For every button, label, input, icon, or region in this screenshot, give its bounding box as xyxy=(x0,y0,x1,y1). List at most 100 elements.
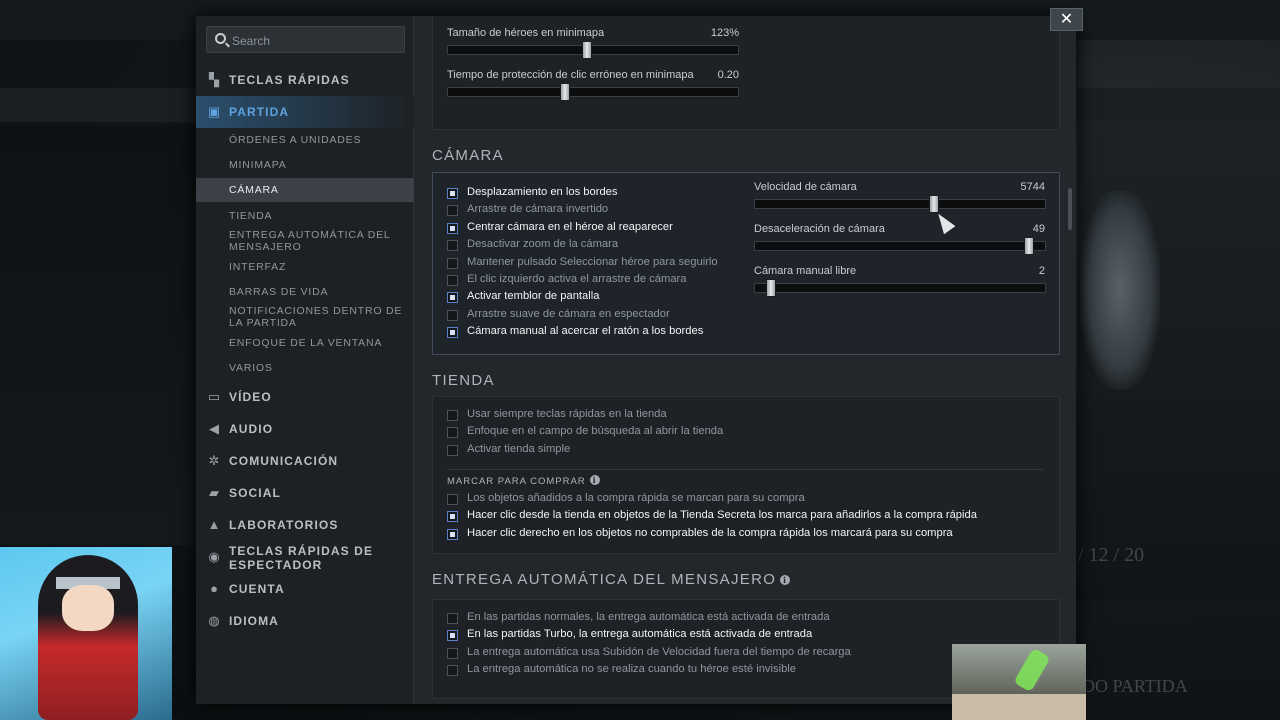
settings-sidebar: Search ▚ TECLAS RÁPIDAS ▣ PARTIDA ÓRDENE… xyxy=(196,16,414,704)
checkbox[interactable] xyxy=(447,222,458,234)
subnav-courier[interactable]: ENTREGA AUTOMÁTICA DEL MENSAJERO xyxy=(196,229,414,257)
slider-thumb[interactable] xyxy=(929,195,939,213)
nav-item-labs[interactable]: ▲ LABORATORIOS xyxy=(196,509,414,541)
checkbox[interactable] xyxy=(447,528,458,540)
search-input[interactable]: Search xyxy=(206,26,405,53)
mark-to-buy-title: MARCAR PARA COMPRAR i xyxy=(447,475,600,487)
checkbox[interactable] xyxy=(447,613,458,624)
checkbox[interactable] xyxy=(447,630,458,642)
nav-item-video[interactable]: ▭ VÍDEO xyxy=(196,381,414,413)
search-icon xyxy=(215,33,226,44)
subnav-shop[interactable]: TIENDA xyxy=(196,204,414,228)
nav-item-communication[interactable]: ✲ COMUNICACIÓN xyxy=(196,445,414,477)
checkbox-label: Enfoque en el campo de búsqueda al abrir… xyxy=(467,425,724,438)
misclick-slider[interactable] xyxy=(447,83,739,101)
info-icon[interactable]: i xyxy=(589,475,600,485)
checkbox-label: Los objetos añadidos a la compra rápida … xyxy=(467,492,805,504)
checkbox-item[interactable]: En las partidas normales, la entrega aut… xyxy=(447,611,1047,627)
slider-thumb[interactable] xyxy=(560,83,570,101)
checkbox-item[interactable]: En las partidas Turbo, la entrega automá… xyxy=(447,628,1047,644)
subnav-minimap[interactable]: MINIMAPA xyxy=(196,153,414,177)
nav-item-hotkeys[interactable]: ▚ TECLAS RÁPIDAS xyxy=(196,64,414,96)
camera-slider-label: Velocidad de cámara xyxy=(754,181,857,193)
subnav-window-focus[interactable]: ENFOQUE DE LA VENTANA xyxy=(196,331,414,355)
speaker-icon: ◀ xyxy=(209,421,219,436)
checkbox-item[interactable]: Usar siempre teclas rápidas en la tienda xyxy=(447,408,1047,424)
checkbox-item[interactable]: Mantener pulsado Seleccionar héroe para … xyxy=(447,256,1047,272)
hero-size-slider[interactable] xyxy=(447,41,739,59)
camera-settings-box: Desplazamiento en los bordes Arrastre de … xyxy=(432,172,1060,355)
checkbox-label: Activar tienda simple xyxy=(467,442,571,455)
checkbox[interactable] xyxy=(447,257,458,269)
checkbox[interactable] xyxy=(447,309,458,321)
checkbox-label: En las partidas normales, la entrega aut… xyxy=(467,611,830,623)
checkbox[interactable] xyxy=(447,205,458,217)
nav-item-game[interactable]: ▣ PARTIDA xyxy=(196,96,414,128)
subnav-misc[interactable]: VARIOS xyxy=(196,356,414,380)
checkbox[interactable] xyxy=(447,240,458,252)
spectator-icon: ◉ xyxy=(208,549,220,564)
subnav-unit-orders[interactable]: ÓRDENES A UNIDADES xyxy=(196,128,414,152)
nav-item-audio[interactable]: ◀ AUDIO xyxy=(196,413,414,445)
chat-icon: ▰ xyxy=(209,485,219,500)
checkbox-item[interactable]: Los objetos añadidos a la compra rápida … xyxy=(447,492,1047,508)
background-play-text: DO PARTIDA xyxy=(1082,676,1188,696)
checkbox[interactable] xyxy=(447,275,458,286)
nav-item-spectator-hotkeys[interactable]: ◉ TECLAS RÁPIDAS DE ESPECTADOR xyxy=(196,541,414,577)
info-icon[interactable]: i xyxy=(780,575,791,585)
checkbox-label: Desplazamiento en los bordes xyxy=(467,186,618,198)
subnav-notifications[interactable]: NOTIFICACIONES DENTRO DE LA PARTIDA xyxy=(196,305,414,333)
camera-slider[interactable] xyxy=(754,195,1046,213)
checkbox-label: En las partidas Turbo, la entrega automá… xyxy=(467,628,813,641)
anime-character-image xyxy=(38,555,138,720)
checkbox[interactable] xyxy=(447,292,458,304)
misclick-label: Tiempo de protección de clic erróneo en … xyxy=(447,69,694,81)
camera-slider-label: Desaceleración de cámara xyxy=(754,223,885,235)
checkbox[interactable] xyxy=(447,188,458,199)
background-hero-model xyxy=(1080,190,1160,390)
checkbox-item[interactable]: Arrastre suave de cámara en espectador xyxy=(447,308,1047,324)
nav-item-language[interactable]: ◍ IDIOMA xyxy=(196,605,414,637)
slider-thumb[interactable] xyxy=(582,41,592,59)
subnav-camera[interactable]: CÁMARA xyxy=(196,178,414,202)
checkbox-label: El clic izquierdo activa el arrastre de … xyxy=(467,273,687,285)
checkbox-label: Hacer clic derecho en los objetos no com… xyxy=(467,526,953,539)
checkbox[interactable] xyxy=(447,444,458,456)
nav-label: TECLAS RÁPIDAS xyxy=(229,73,350,87)
checkbox-label: Activar temblor de pantalla xyxy=(467,290,600,303)
monitor-icon: ▭ xyxy=(207,389,221,404)
checkbox[interactable] xyxy=(447,427,458,439)
content-scrollbar[interactable] xyxy=(1068,188,1072,230)
checkbox-item[interactable]: Hacer clic desde la tienda en objetos de… xyxy=(447,509,1047,525)
checkbox[interactable] xyxy=(447,410,458,421)
checkbox-item[interactable]: Enfoque en el campo de búsqueda al abrir… xyxy=(447,425,1047,441)
search-placeholder: Search xyxy=(232,34,271,48)
checkbox-item[interactable]: Hacer clic derecho en los objetos no com… xyxy=(447,527,1047,543)
game-icon: ▣ xyxy=(207,104,221,119)
checkbox[interactable] xyxy=(447,494,458,505)
checkbox[interactable] xyxy=(447,665,458,677)
hotkeys-icon: ▚ xyxy=(209,72,219,87)
checkbox-item[interactable]: Cámara manual al acercar el ratón a los … xyxy=(447,325,1047,341)
camera-slider[interactable] xyxy=(754,237,1046,255)
checkbox[interactable] xyxy=(447,511,458,523)
camera-slider-value: 49 xyxy=(1032,223,1045,235)
checkbox-label: Arrastre suave de cámara en espectador xyxy=(467,307,670,320)
checkbox-item[interactable]: Centrar cámara en el héroe al reaparecer xyxy=(447,221,1047,237)
background-left-panel xyxy=(0,125,196,545)
camera-slider[interactable] xyxy=(754,279,1046,297)
checkbox-item[interactable]: Activar tienda simple xyxy=(447,443,1047,459)
checkbox-label: Mantener pulsado Seleccionar héroe para … xyxy=(467,255,718,268)
user-icon: ● xyxy=(210,581,218,596)
nav-item-social[interactable]: ▰ SOCIAL xyxy=(196,477,414,509)
hero-size-value: 123% xyxy=(710,27,739,39)
checkbox-label: La entrega automática usa Subidón de Vel… xyxy=(467,645,851,658)
subnav-interface[interactable]: INTERFAZ xyxy=(196,255,414,279)
slider-thumb[interactable] xyxy=(766,279,776,297)
nav-item-account[interactable]: ● CUENTA xyxy=(196,573,414,605)
checkbox[interactable] xyxy=(447,647,458,659)
subnav-health-bars[interactable]: BARRAS DE VIDA xyxy=(196,280,414,304)
checkbox[interactable] xyxy=(447,327,458,339)
slider-thumb[interactable] xyxy=(1024,237,1034,255)
close-button[interactable]: ✕ xyxy=(1050,8,1083,31)
